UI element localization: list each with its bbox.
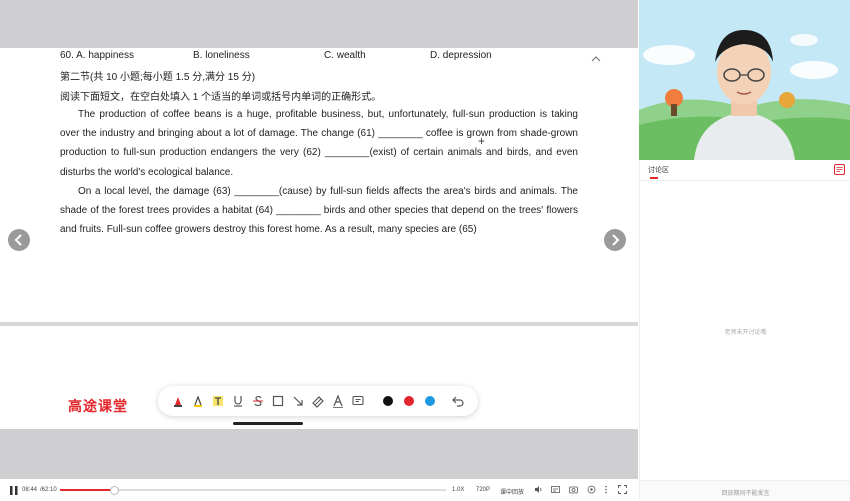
rectangle-icon[interactable] (270, 393, 286, 409)
text-icon[interactable] (210, 393, 226, 409)
color-red-swatch[interactable] (404, 396, 414, 406)
total-time: /62:10 (40, 487, 57, 493)
panel-separator (640, 180, 850, 181)
screenshot-icon[interactable] (569, 485, 578, 496)
option-c: C. wealth (324, 50, 366, 61)
question-60-options: 60. A. happiness B. loneliness C. wealth… (60, 50, 580, 64)
chevron-up-icon[interactable] (590, 53, 602, 65)
color-blue-swatch[interactable] (425, 396, 435, 406)
instruction-text: 阅读下面短文，在空白处填入 1 个适当的单词或括号内单词的正确形式。 (60, 92, 382, 103)
pause-icon[interactable] (10, 486, 18, 497)
underline-icon[interactable] (230, 393, 246, 409)
subtitle-icon[interactable] (551, 485, 560, 496)
more-options-icon[interactable] (604, 485, 608, 496)
strikethrough-icon[interactable] (250, 393, 266, 409)
discussion-panel: 讨论区 老师未开讨论哦 回放期间不能发言 (639, 160, 850, 501)
passage-paragraph-1: The production of coffee beans is a huge… (60, 109, 578, 178)
pen-icon[interactable] (170, 393, 186, 409)
eraser-icon[interactable] (310, 393, 326, 409)
progress-fill (60, 489, 114, 491)
discussion-empty-message: 老师未开讨论哦 (724, 330, 767, 336)
chat-disabled-message: 回放期间不能发言 (721, 491, 770, 497)
quality-selector[interactable]: 720P (476, 487, 490, 493)
teacher-video-frame (639, 0, 850, 160)
playback-mode-label[interactable]: 课中回放 (500, 487, 524, 496)
tab-active-indicator (650, 177, 658, 179)
text-style-icon[interactable] (330, 393, 346, 409)
volume-icon[interactable] (534, 485, 543, 496)
bottom-margin (0, 429, 638, 479)
arrow-icon[interactable] (290, 393, 306, 409)
crosshair-cursor-icon: + (478, 134, 486, 148)
fullscreen-icon[interactable] (618, 485, 627, 496)
scroll-indicator (233, 422, 303, 425)
lesson-main-area: 60. A. happiness B. loneliness C. wealth… (0, 0, 638, 500)
current-time: 08:44 (22, 487, 38, 493)
tab-discussion[interactable]: 讨论区 (648, 165, 669, 175)
passage: The production of coffee beans is a huge… (60, 105, 578, 239)
option-b: B. loneliness (193, 50, 250, 61)
comment-icon[interactable] (350, 393, 366, 409)
top-margin (0, 0, 638, 48)
undo-icon[interactable] (450, 393, 466, 409)
teacher-webcam-video (639, 0, 850, 160)
speed-selector[interactable]: 1.0X (452, 487, 464, 493)
brand-logo: 高途课堂 (68, 398, 128, 414)
chat-input-area: 回放期间不能发言 (640, 480, 850, 501)
option-d: D. depression (430, 50, 492, 61)
color-black-swatch[interactable] (383, 396, 393, 406)
video-player-bar: 08:44 /62:10 1.0X 720P 课中回放 (0, 480, 638, 500)
highlighter-icon[interactable] (190, 393, 206, 409)
document-page: 60. A. happiness B. loneliness C. wealth… (0, 48, 638, 322)
section-title: 第二节(共 10 小题;每小题 1.5 分,满分 15 分) (60, 72, 256, 83)
discussion-settings-icon[interactable] (834, 164, 845, 175)
annotation-toolbar (158, 386, 478, 416)
progress-handle[interactable] (110, 486, 119, 495)
settings-icon[interactable] (587, 485, 596, 496)
passage-paragraph-2: On a local level, the damage (63) ______… (60, 185, 578, 236)
option-a: 60. A. happiness (60, 50, 134, 61)
previous-page-button[interactable] (8, 229, 30, 251)
next-page-button[interactable] (604, 229, 626, 251)
